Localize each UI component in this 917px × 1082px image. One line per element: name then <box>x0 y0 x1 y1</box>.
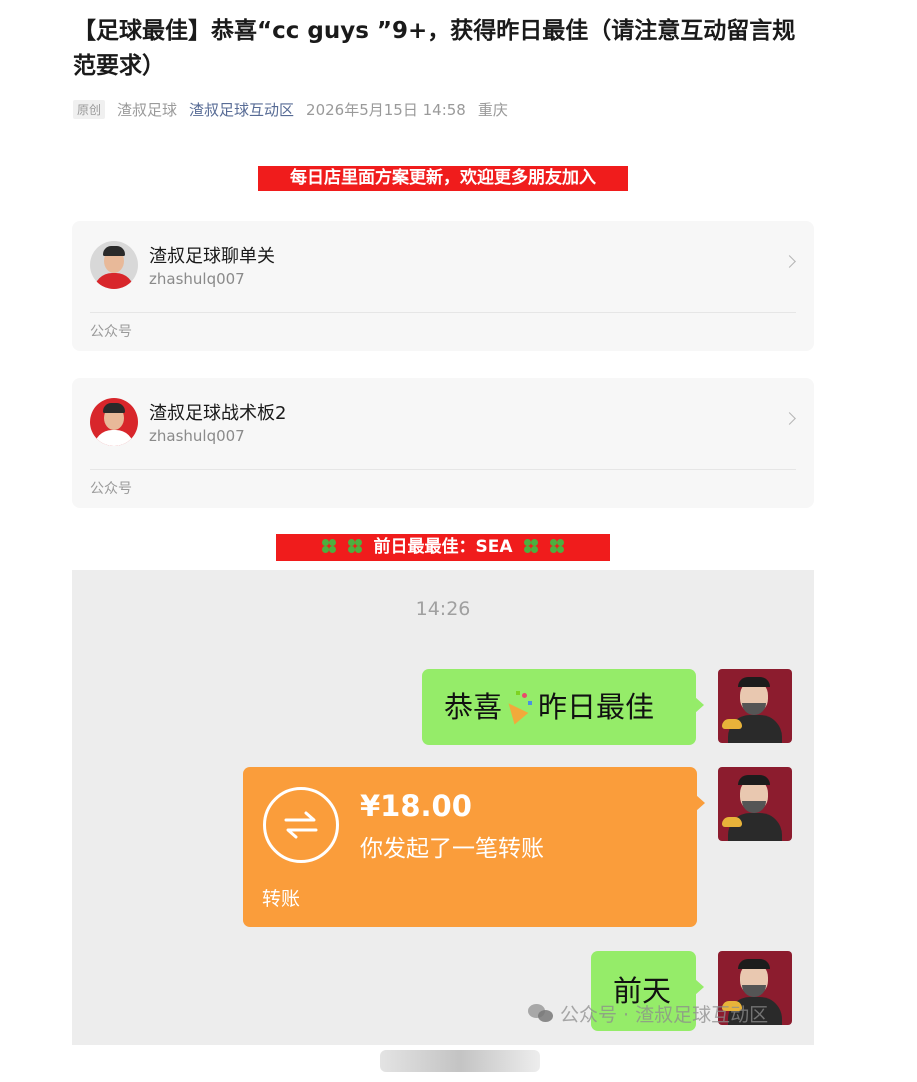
publish-location: 重庆 <box>477 100 508 119</box>
chevron-right-icon <box>783 255 796 268</box>
account-name: 渣叔足球战术板2 <box>149 403 287 424</box>
clover-icon <box>549 538 565 554</box>
card-divider <box>90 469 796 470</box>
card-divider <box>90 312 796 313</box>
sender-avatar <box>718 767 792 841</box>
account-type: 公众号 <box>90 481 132 497</box>
watermark: 公众号 · 渣叔足球互动区 <box>528 1000 768 1027</box>
article-meta: 原创 渣叔足球 渣叔足球互动区 2026年5月15日 14:58 重庆 <box>73 98 508 120</box>
party-popper-icon <box>501 691 534 725</box>
promo-banner: 每日店里面方案更新，欢迎更多朋友加入 <box>258 166 628 191</box>
chat-timestamp: 14:26 <box>415 598 471 620</box>
original-tag: 原创 <box>73 99 106 119</box>
chat-message: 恭喜 昨日最佳 <box>422 669 704 745</box>
chat-screenshot: 14:26 恭喜 昨日最佳 ¥18.00 你发起了一笔转账 转账 前天 公众号 ·… <box>72 570 814 1045</box>
best-banner-text: 前日最最佳：SEA <box>373 537 513 557</box>
watermark-text: 公众号 · 渣叔足球互动区 <box>560 1004 769 1026</box>
clover-icon <box>347 538 363 554</box>
account-card[interactable]: 渣叔足球聊单关 zhashulq007 公众号 <box>72 221 814 351</box>
clover-icon <box>321 538 337 554</box>
account-avatar <box>90 241 138 289</box>
chevron-right-icon <box>783 412 796 425</box>
transfer-amount: ¥18.00 <box>360 789 472 823</box>
account-link[interactable]: 渣叔足球互动区 <box>189 99 294 120</box>
message-text: 恭喜 <box>444 690 503 724</box>
clover-icon <box>523 538 539 554</box>
transfer-label: 转账 <box>262 888 301 910</box>
account-id: zhashulq007 <box>149 427 245 445</box>
transfer-description: 你发起了一笔转账 <box>360 836 544 862</box>
account-avatar <box>90 398 138 446</box>
account-name: 渣叔足球聊单关 <box>149 246 275 267</box>
best-banner: 前日最最佳：SEA <box>276 534 610 561</box>
message-text: 昨日最佳 <box>538 690 655 724</box>
transfer-icon <box>263 787 339 863</box>
sender-avatar <box>718 669 792 743</box>
blurred-overlay <box>380 1050 540 1072</box>
article-title: 【足球最佳】恭喜“cc guys ”9+，获得昨日最佳（请注意互动留言规范要求） <box>73 18 796 79</box>
transfer-message: ¥18.00 你发起了一笔转账 转账 <box>243 767 705 927</box>
wechat-icon <box>528 1004 554 1024</box>
account-id: zhashulq007 <box>149 270 245 288</box>
account-type: 公众号 <box>90 324 132 340</box>
publish-date: 2026年5月15日 14:58 <box>306 100 466 119</box>
author-name[interactable]: 渣叔足球 <box>117 99 177 120</box>
account-card[interactable]: 渣叔足球战术板2 zhashulq007 公众号 <box>72 378 814 508</box>
